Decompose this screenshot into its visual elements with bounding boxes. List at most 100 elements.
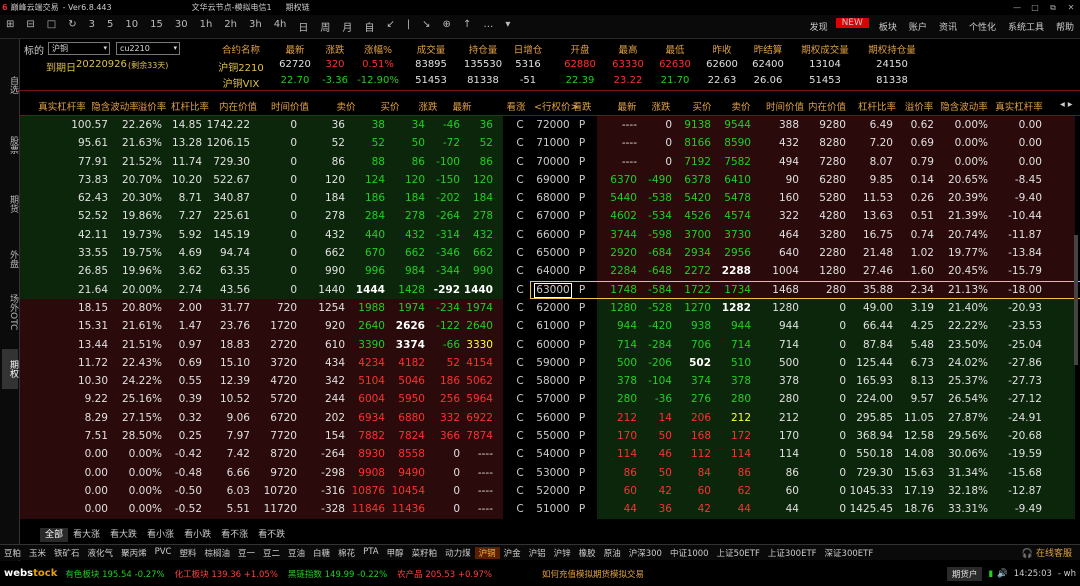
option-row[interactable]: 9.22 25.16% 0.39 10.52 5720 244 6004 5950 256 596… (20, 390, 1080, 409)
sound-icon[interactable]: 🔊 (997, 569, 1008, 579)
put-cell[interactable]: 3.19 (874, 299, 934, 317)
category-tab[interactable]: 豆一 (234, 547, 259, 559)
toolbar-button[interactable]: 30 (169, 19, 194, 34)
call-cell[interactable]: 52 (433, 134, 493, 152)
option-row[interactable]: 0.00 0.00% -0.48 6.66 9720 -298 9908 9490 0 ---- C… (20, 463, 1080, 482)
call-cell[interactable]: 6922 (433, 409, 493, 427)
put-cell[interactable]: 0.79 (874, 153, 934, 171)
toolbar-button[interactable]: ▾ (499, 19, 516, 34)
put-cell[interactable]: -27.86 (982, 354, 1042, 372)
option-row[interactable]: 21.64 20.00% 2.74 43.56 0 1440 1444 1428 -292 144… (20, 280, 1080, 299)
put-cell[interactable]: 4.25 (874, 317, 934, 335)
put-cell[interactable]: -9.49 (982, 500, 1042, 518)
put-cell[interactable]: 30.06% (928, 445, 988, 463)
call-label[interactable]: C (512, 390, 528, 408)
category-tab[interactable]: 上证50ETF (713, 547, 764, 559)
option-row[interactable]: 18.15 20.80% 2.00 31.77 720 1254 1988 1974 -234 1… (20, 298, 1080, 318)
call-label[interactable]: C (512, 244, 528, 262)
column-header[interactable]: 杠杆比率 (855, 99, 899, 113)
option-row[interactable]: 77.91 21.52% 11.74 729.30 0 86 88 86 -100 86 C 7000… (20, 152, 1080, 171)
toolbar-button[interactable]: 月 (336, 19, 358, 34)
toolbar-button[interactable]: ↘ (416, 19, 436, 34)
put-cell[interactable]: 29.56% (928, 427, 988, 445)
put-cell[interactable]: 6.73 (874, 354, 934, 372)
column-header[interactable]: 隐含波动率 (90, 99, 140, 113)
call-cell[interactable]: 7874 (433, 427, 493, 445)
strike-price[interactable]: 54000 (534, 445, 572, 463)
put-cell[interactable]: 12.58 (874, 427, 934, 445)
sidebar-item-stocks[interactable]: 股票 (2, 125, 18, 165)
sidebar-item-options[interactable]: 期权 (2, 349, 18, 389)
vix-name[interactable]: 沪铜VIX (213, 75, 269, 90)
minimize-icon[interactable]: — (1008, 3, 1026, 13)
call-cell[interactable]: 5062 (433, 372, 493, 390)
toolbar-button[interactable]: ↙ (380, 19, 400, 34)
toolbar-button[interactable]: 3h (243, 19, 268, 34)
put-cell[interactable]: 20.74% (928, 226, 988, 244)
put-cell[interactable]: 15.63 (874, 464, 934, 482)
column-header[interactable]: 内在价值 (803, 99, 851, 113)
call-cell[interactable]: 0.00 (48, 464, 108, 482)
column-header[interactable]: 看涨 (504, 99, 528, 113)
put-cell[interactable]: 1.02 (874, 244, 934, 262)
toolbar-button[interactable]: … (477, 19, 499, 34)
call-label[interactable]: C (512, 500, 528, 518)
put-cell[interactable]: 11.05 (874, 409, 934, 427)
put-cell[interactable]: 20.65% (928, 171, 988, 189)
put-cell[interactable]: -24.91 (982, 409, 1042, 427)
filter-tab[interactable]: 看小涨 (142, 528, 179, 542)
put-cell[interactable]: 14.08 (874, 445, 934, 463)
toolbar-button[interactable]: ⊟ (20, 19, 40, 34)
toolbar-button[interactable]: 3 (83, 19, 101, 34)
column-header[interactable]: 真实杠杆率 (989, 99, 1049, 113)
call-cell[interactable]: 100.57 (48, 116, 108, 134)
filter-tab[interactable]: 全部 (40, 528, 69, 542)
market-index[interactable]: 化工板块 139.36 +1.05% (175, 568, 278, 580)
call-label[interactable]: C (512, 445, 528, 463)
put-cell[interactable]: 0.14 (874, 171, 934, 189)
toolbar-button[interactable]: ↑ (457, 19, 477, 34)
put-cell[interactable]: 21.40% (928, 299, 988, 317)
put-cell[interactable]: 23.50% (928, 336, 988, 354)
column-header[interactable]: 溢价率 (134, 99, 170, 113)
call-cell[interactable]: 184 (433, 189, 493, 207)
option-row[interactable]: 0.00 0.00% -0.42 7.42 8720 -264 8930 8558 0 ---- C… (20, 445, 1080, 464)
notice-link[interactable]: 如何充值模拟期货模拟交易 (542, 568, 644, 580)
strike-price[interactable]: 66000 (534, 226, 572, 244)
help-menu[interactable]: 帮助 (1050, 20, 1080, 33)
toolbar-button[interactable]: | (401, 19, 416, 34)
strike-price[interactable]: 69000 (534, 171, 572, 189)
call-label[interactable]: C (512, 281, 528, 299)
call-cell[interactable]: 8.29 (48, 409, 108, 427)
call-cell[interactable]: 0.00 (48, 500, 108, 518)
column-header[interactable]: 隐含波动率 (939, 99, 989, 113)
call-cell[interactable]: 36 (433, 116, 493, 134)
restore-icon[interactable]: ⧉ (1044, 3, 1062, 13)
close-icon[interactable]: ✕ (1062, 3, 1080, 13)
call-cell[interactable]: 0.00 (48, 482, 108, 500)
call-cell[interactable]: 15.31 (48, 317, 108, 335)
category-tab[interactable]: 菜籽粕 (408, 547, 442, 559)
call-cell[interactable]: 73.83 (48, 171, 108, 189)
put-cell[interactable]: 9.57 (874, 390, 934, 408)
category-tab[interactable]: 沪铝 (525, 547, 550, 559)
call-cell[interactable]: 26.85 (48, 262, 108, 280)
contract-select[interactable]: cu2210 ▾ (116, 42, 180, 55)
put-cell[interactable]: 24.02% (928, 354, 988, 372)
strike-price[interactable]: 65000 (534, 244, 572, 262)
sidebar-item-futures[interactable]: 期货 (2, 184, 18, 224)
call-cell[interactable]: 95.61 (48, 134, 108, 152)
put-cell[interactable]: 0.00% (928, 134, 988, 152)
call-cell[interactable]: 11.72 (48, 354, 108, 372)
category-tab[interactable]: 动力煤 (441, 547, 475, 559)
put-cell[interactable]: -20.93 (982, 299, 1042, 317)
underlying-select[interactable]: 沪铜 ▾ (48, 42, 110, 55)
put-cell[interactable]: 20.39% (928, 189, 988, 207)
column-header[interactable]: 时间价值 (761, 99, 809, 113)
filter-tab[interactable]: 看大跌 (105, 528, 142, 542)
put-cell[interactable]: 25.37% (928, 372, 988, 390)
call-cell[interactable]: 9.22 (48, 390, 108, 408)
call-cell[interactable]: 278 (433, 207, 493, 225)
column-header[interactable]: 卖价 (333, 99, 359, 113)
toolbar-button[interactable]: □ (41, 19, 62, 34)
